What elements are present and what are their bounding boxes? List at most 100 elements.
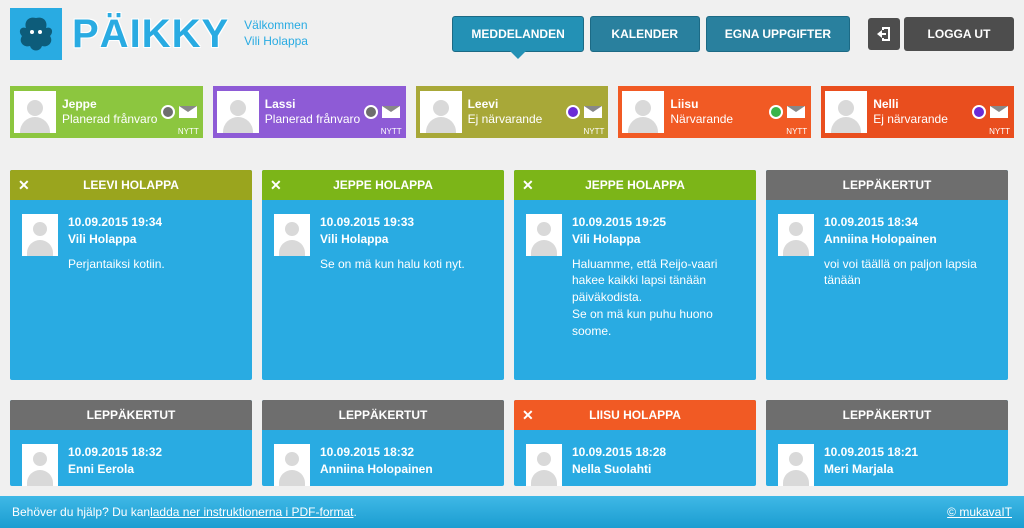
avatar-icon bbox=[274, 214, 310, 256]
logout-button[interactable]: LOGGA UT bbox=[904, 17, 1014, 51]
nytt-label: NYTT bbox=[178, 127, 199, 136]
child-status: Planerad frånvaro bbox=[62, 112, 161, 127]
timestamp: 10.09.2015 18:34 bbox=[824, 214, 996, 231]
status-dot-icon bbox=[566, 105, 580, 119]
author: Anniina Holopainen bbox=[320, 461, 433, 478]
welcome-text: Välkommen Vili Holappa bbox=[244, 18, 308, 49]
footer-text-pre: Behöver du hjälp? Du kan bbox=[12, 505, 150, 519]
child-status: Ej närvarande bbox=[873, 112, 972, 127]
nytt-label: NYTT bbox=[786, 127, 807, 136]
message-text: voi voi täällä on paljon lapsia tänään bbox=[824, 256, 996, 290]
footer-pdf-link[interactable]: ladda ner instruktionerna i PDF-format bbox=[150, 505, 353, 519]
timestamp: 10.09.2015 19:33 bbox=[320, 214, 465, 231]
timestamp: 10.09.2015 18:32 bbox=[320, 444, 433, 461]
child-name: Liisu bbox=[670, 97, 769, 112]
card-title: LEPPÄKERTUT bbox=[339, 408, 428, 422]
message-card[interactable]: ✕ JEPPE HOLAPPA 10.09.2015 19:25Vili Hola… bbox=[514, 170, 756, 380]
avatar-icon bbox=[22, 214, 58, 256]
timestamp: 10.09.2015 18:21 bbox=[824, 444, 918, 461]
messages-row-2: LEPPÄKERTUT 10.09.2015 18:32Enni Eerola … bbox=[0, 380, 1024, 486]
avatar-icon bbox=[22, 444, 58, 486]
avatar-icon bbox=[217, 91, 259, 133]
status-dot-icon bbox=[161, 105, 175, 119]
logo-icon bbox=[10, 8, 62, 60]
nytt-label: NYTT bbox=[989, 127, 1010, 136]
envelope-icon[interactable] bbox=[990, 106, 1008, 118]
card-header: ✕ LEEVI HOLAPPA bbox=[10, 170, 252, 200]
child-name: Lassi bbox=[265, 97, 364, 112]
envelope-icon[interactable] bbox=[382, 106, 400, 118]
message-text: Se on mä kun halu koti nyt. bbox=[320, 256, 465, 273]
nytt-label: NYTT bbox=[381, 127, 402, 136]
avatar-icon bbox=[825, 91, 867, 133]
main-nav: MEDDELANDEN KALENDER EGNA UPPGIFTER LOGG… bbox=[452, 16, 1014, 52]
author: Vili Holappa bbox=[68, 231, 165, 248]
nytt-label: NYTT bbox=[584, 127, 605, 136]
card-title: JEPPE HOLAPPA bbox=[585, 178, 685, 192]
message-card[interactable]: LEPPÄKERTUT 10.09.2015 18:34Anniina Holo… bbox=[766, 170, 1008, 380]
child-card-nelli[interactable]: NelliEj närvarande NYTT bbox=[821, 86, 1014, 138]
header: PÄIKKY Välkommen Vili Holappa MEDDELANDE… bbox=[0, 0, 1024, 68]
child-status: Närvarande bbox=[670, 112, 769, 127]
child-name: Nelli bbox=[873, 97, 972, 112]
child-card-leevi[interactable]: LeeviEj närvarande NYTT bbox=[416, 86, 609, 138]
envelope-icon[interactable] bbox=[584, 106, 602, 118]
message-card[interactable]: LEPPÄKERTUT 10.09.2015 18:32Enni Eerola bbox=[10, 400, 252, 486]
child-name: Leevi bbox=[468, 97, 567, 112]
message-card[interactable]: ✕JEPPE HOLAPPA 10.09.2015 19:33Vili Hola… bbox=[262, 170, 504, 380]
child-card-liisu[interactable]: LiisuNärvarande NYTT bbox=[618, 86, 811, 138]
message-card[interactable]: LEPPÄKERTUT 10.09.2015 18:21Meri Marjala bbox=[766, 400, 1008, 486]
footer-text-post: . bbox=[354, 505, 357, 519]
card-title: LEPPÄKERTUT bbox=[87, 408, 176, 422]
avatar-icon bbox=[420, 91, 462, 133]
envelope-icon[interactable] bbox=[179, 106, 197, 118]
messages-row-1: ✕LEEVI HOLAPPA 10.09.2015 19:34Vili Hola… bbox=[0, 140, 1024, 380]
timestamp: 10.09.2015 19:25 bbox=[572, 214, 744, 231]
welcome-line1: Välkommen bbox=[244, 18, 308, 34]
nav-meddelanden[interactable]: MEDDELANDEN bbox=[452, 16, 583, 52]
nav-egna-uppgifter[interactable]: EGNA UPPGIFTER bbox=[706, 16, 850, 52]
card-header: ✕ JEPPE HOLAPPA bbox=[514, 170, 756, 200]
close-icon[interactable]: ✕ bbox=[522, 177, 534, 194]
child-card-jeppe[interactable]: JeppePlanerad frånvaro NYTT bbox=[10, 86, 203, 138]
footer: Behöver du hjälp? Du kan ladda ner instr… bbox=[0, 496, 1024, 528]
card-title: JEPPE HOLAPPA bbox=[333, 178, 433, 192]
author: Nella Suolahti bbox=[572, 461, 666, 478]
brand-title: PÄIKKY bbox=[72, 12, 229, 57]
avatar-icon bbox=[622, 91, 664, 133]
author: Vili Holappa bbox=[572, 231, 744, 248]
message-card[interactable]: LEPPÄKERTUT 10.09.2015 18:32Anniina Holo… bbox=[262, 400, 504, 486]
child-status: Planerad frånvaro bbox=[265, 112, 364, 127]
avatar-icon bbox=[14, 91, 56, 133]
logout-icon[interactable] bbox=[868, 18, 900, 50]
card-header: LEPPÄKERTUT bbox=[766, 170, 1008, 200]
message-text: Haluamme, että Reijo-vaari hakee kaikki … bbox=[572, 256, 744, 340]
close-icon[interactable]: ✕ bbox=[270, 177, 282, 194]
author: Anniina Holopainen bbox=[824, 231, 996, 248]
envelope-icon[interactable] bbox=[787, 106, 805, 118]
card-title: LEPPÄKERTUT bbox=[843, 178, 932, 192]
card-title: LIISU HOLAPPA bbox=[589, 408, 681, 422]
nav-kalender[interactable]: KALENDER bbox=[590, 16, 700, 52]
avatar-icon bbox=[274, 444, 310, 486]
status-dot-icon bbox=[769, 105, 783, 119]
message-card[interactable]: ✕ LIISU HOLAPPA 10.09.2015 18:28Nella Suo… bbox=[514, 400, 756, 486]
card-header: ✕ LIISU HOLAPPA bbox=[514, 400, 756, 430]
children-row: JeppePlanerad frånvaro NYTT LassiPlanera… bbox=[0, 68, 1024, 140]
child-card-lassi[interactable]: LassiPlanerad frånvaro NYTT bbox=[213, 86, 406, 138]
avatar-icon bbox=[778, 214, 814, 256]
footer-copyright[interactable]: © mukavaIT bbox=[947, 505, 1012, 519]
message-card[interactable]: ✕ LEEVI HOLAPPA 10.09.2015 19:34Vili Hola… bbox=[10, 170, 252, 380]
welcome-line2: Vili Holappa bbox=[244, 34, 308, 50]
avatar-icon bbox=[778, 444, 814, 486]
card-header: ✕ JEPPE HOLAPPA bbox=[262, 170, 504, 200]
close-icon[interactable]: ✕ bbox=[522, 407, 534, 424]
card-header: LEPPÄKERTUT bbox=[766, 400, 1008, 430]
timestamp: 10.09.2015 18:28 bbox=[572, 444, 666, 461]
timestamp: 10.09.2015 19:34 bbox=[68, 214, 165, 231]
status-dot-icon bbox=[364, 105, 378, 119]
card-title: LEEVI HOLAPPA bbox=[83, 178, 179, 192]
author: Meri Marjala bbox=[824, 461, 918, 478]
close-icon[interactable]: ✕ bbox=[18, 177, 30, 194]
child-status: Ej närvarande bbox=[468, 112, 567, 127]
